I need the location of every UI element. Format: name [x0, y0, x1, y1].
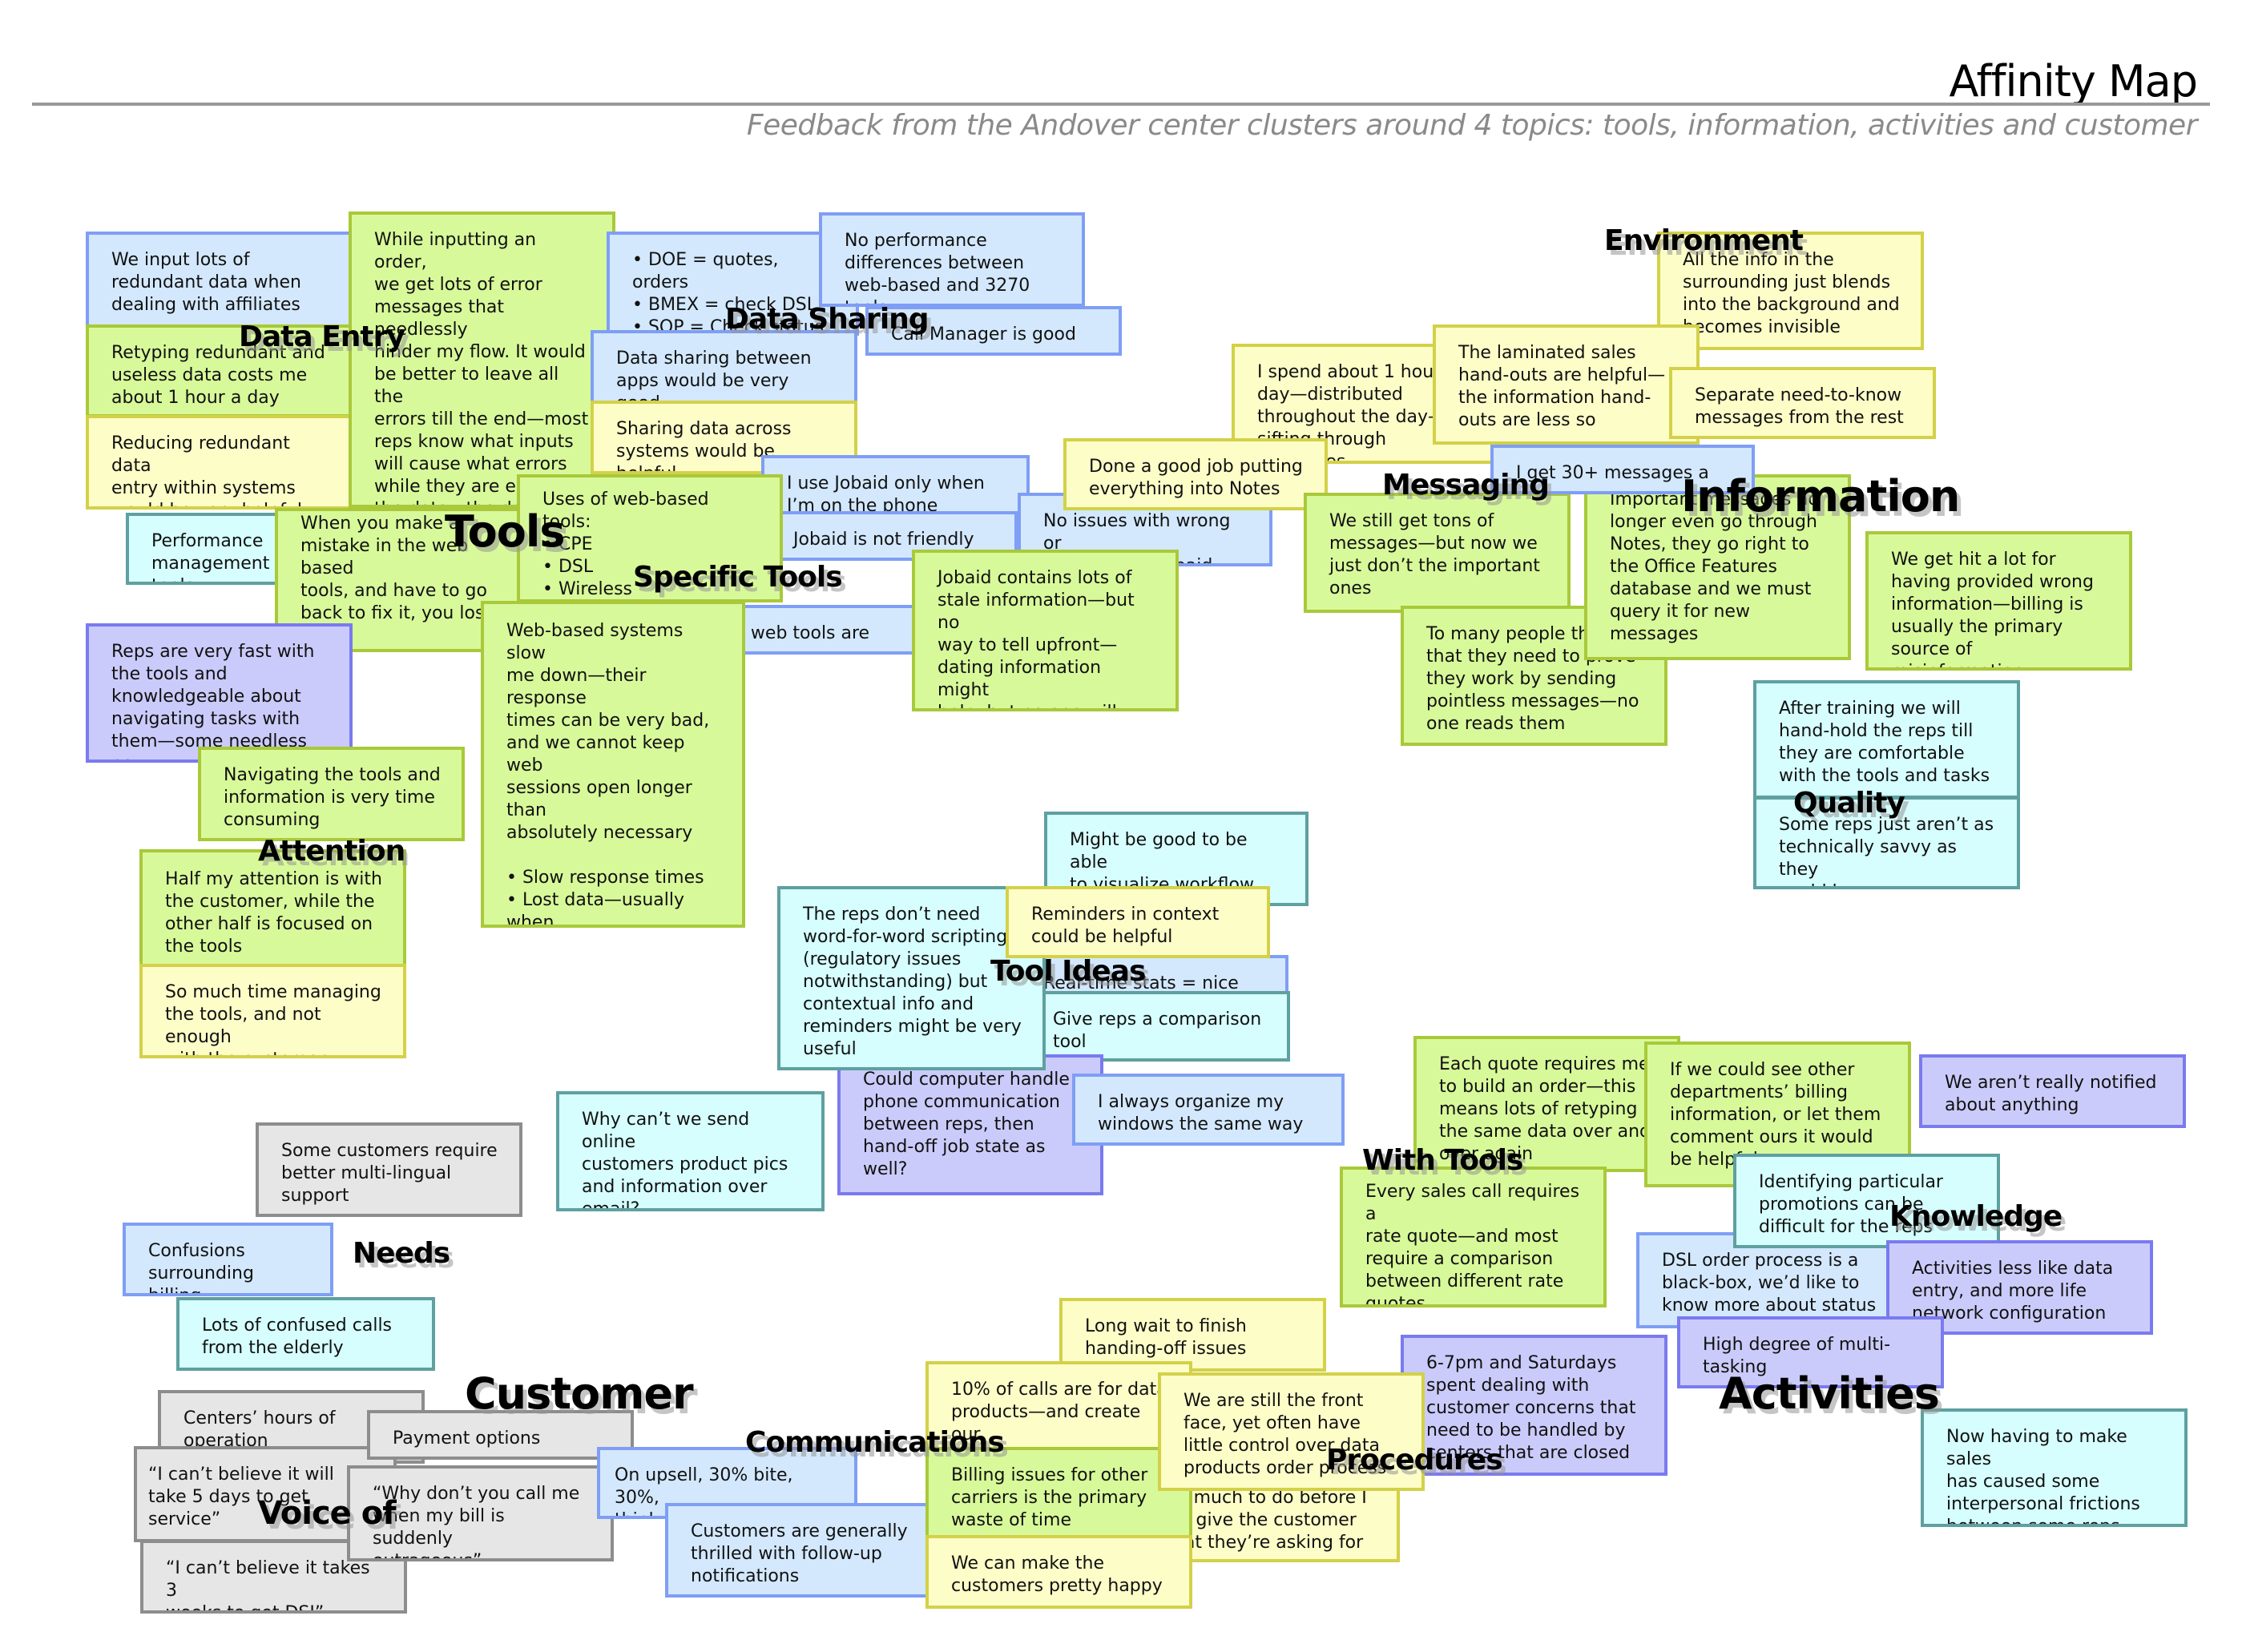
sticky-note[interactable]: We can make the customers pretty happy: [925, 1535, 1192, 1609]
sticky-note[interactable]: Jobaid contains lots of stale informatio…: [912, 550, 1179, 711]
title-divider: [32, 103, 2210, 106]
sticky-note[interactable]: Now having to make sales has caused some…: [1921, 1408, 2188, 1527]
sticky-note[interactable]: Customers are generally thrilled with fo…: [665, 1503, 932, 1598]
sticky-note[interactable]: Navigating the tools and information is …: [198, 747, 465, 841]
sticky-note[interactable]: No performance differences between web-b…: [819, 212, 1085, 307]
sticky-note[interactable]: Done a good job putting everything into …: [1063, 438, 1328, 510]
group-label-attention: Attention: [258, 835, 405, 868]
sticky-note[interactable]: While inputting an order, we get lots of…: [349, 212, 615, 508]
group-label-communications: Communications: [745, 1426, 1005, 1459]
sticky-note[interactable]: Every sales call requires a rate quote—a…: [1340, 1166, 1607, 1307]
group-label-tool-ideas: Tool Ideas: [990, 955, 1146, 988]
sticky-note[interactable]: Billing issues for other carriers is the…: [925, 1447, 1192, 1541]
sticky-note[interactable]: We still get tons of messages—but now we…: [1304, 493, 1571, 613]
sticky-note[interactable]: Separate need-to-know messages from the …: [1669, 367, 1936, 439]
sticky-note[interactable]: Reps are very fast with the tools and kn…: [86, 623, 353, 763]
sticky-note[interactable]: So much time managing the tools, and not…: [139, 964, 406, 1058]
group-label-messaging: Messaging: [1382, 469, 1550, 502]
sticky-note[interactable]: We aren’t really notified about anything: [1919, 1054, 2186, 1128]
group-label-procedures: Procedures: [1326, 1444, 1503, 1477]
sticky-note[interactable]: We input lots of redundant data when dea…: [86, 232, 353, 328]
sticky-note[interactable]: Some customers require better multi-ling…: [256, 1122, 522, 1217]
page-subtitle: Feedback from the Andover center cluster…: [746, 109, 2198, 142]
sticky-note[interactable]: Confusions surrounding billing adjustmen…: [123, 1223, 333, 1296]
topic-label-information: Information: [1681, 471, 1960, 522]
sticky-note[interactable]: Why can’t we send online customers produ…: [556, 1091, 825, 1211]
topic-label-customer: Customer: [465, 1368, 694, 1419]
group-label-knowledge: Knowledge: [1889, 1200, 2063, 1233]
sticky-note[interactable]: The laminated sales hand-outs are helpfu…: [1433, 324, 1700, 445]
sticky-note[interactable]: Reducing redundant data entry within sys…: [86, 415, 353, 510]
sticky-note[interactable]: Data sharing between apps would be very …: [591, 330, 857, 404]
topic-label-activities: Activities: [1719, 1368, 1940, 1419]
sticky-note[interactable]: I always organize my windows the same wa…: [1072, 1074, 1345, 1146]
group-label-voice-of: Voice of: [258, 1495, 397, 1532]
sticky-note[interactable]: Reminders in context could be helpful: [1006, 886, 1270, 958]
group-label-data-entry: Data Entry: [239, 320, 405, 353]
group-label-specific-tools: Specific Tools: [633, 561, 843, 594]
group-label-with-tools: With Tools: [1362, 1144, 1523, 1177]
sticky-note[interactable]: Performance management tools: [126, 513, 298, 585]
group-label-quality: Quality: [1793, 787, 1905, 820]
page-title: Affinity Map: [1949, 56, 2198, 107]
sticky-note[interactable]: Lots of confused calls from the elderly: [176, 1297, 435, 1371]
topic-label-tools: Tools: [445, 506, 566, 557]
group-label-environment: Environment: [1604, 224, 1804, 257]
group-label-needs: Needs: [353, 1237, 450, 1270]
sticky-note[interactable]: We get hit a lot for having provided wro…: [1865, 531, 2132, 671]
sticky-note[interactable]: Web-based systems slow me down—their res…: [481, 601, 745, 928]
sticky-note[interactable]: After training we will hand-hold the rep…: [1753, 680, 2020, 799]
group-label-data-sharing: Data Sharing: [725, 303, 929, 336]
sticky-note[interactable]: Could computer handle phone communicatio…: [837, 1054, 1103, 1195]
